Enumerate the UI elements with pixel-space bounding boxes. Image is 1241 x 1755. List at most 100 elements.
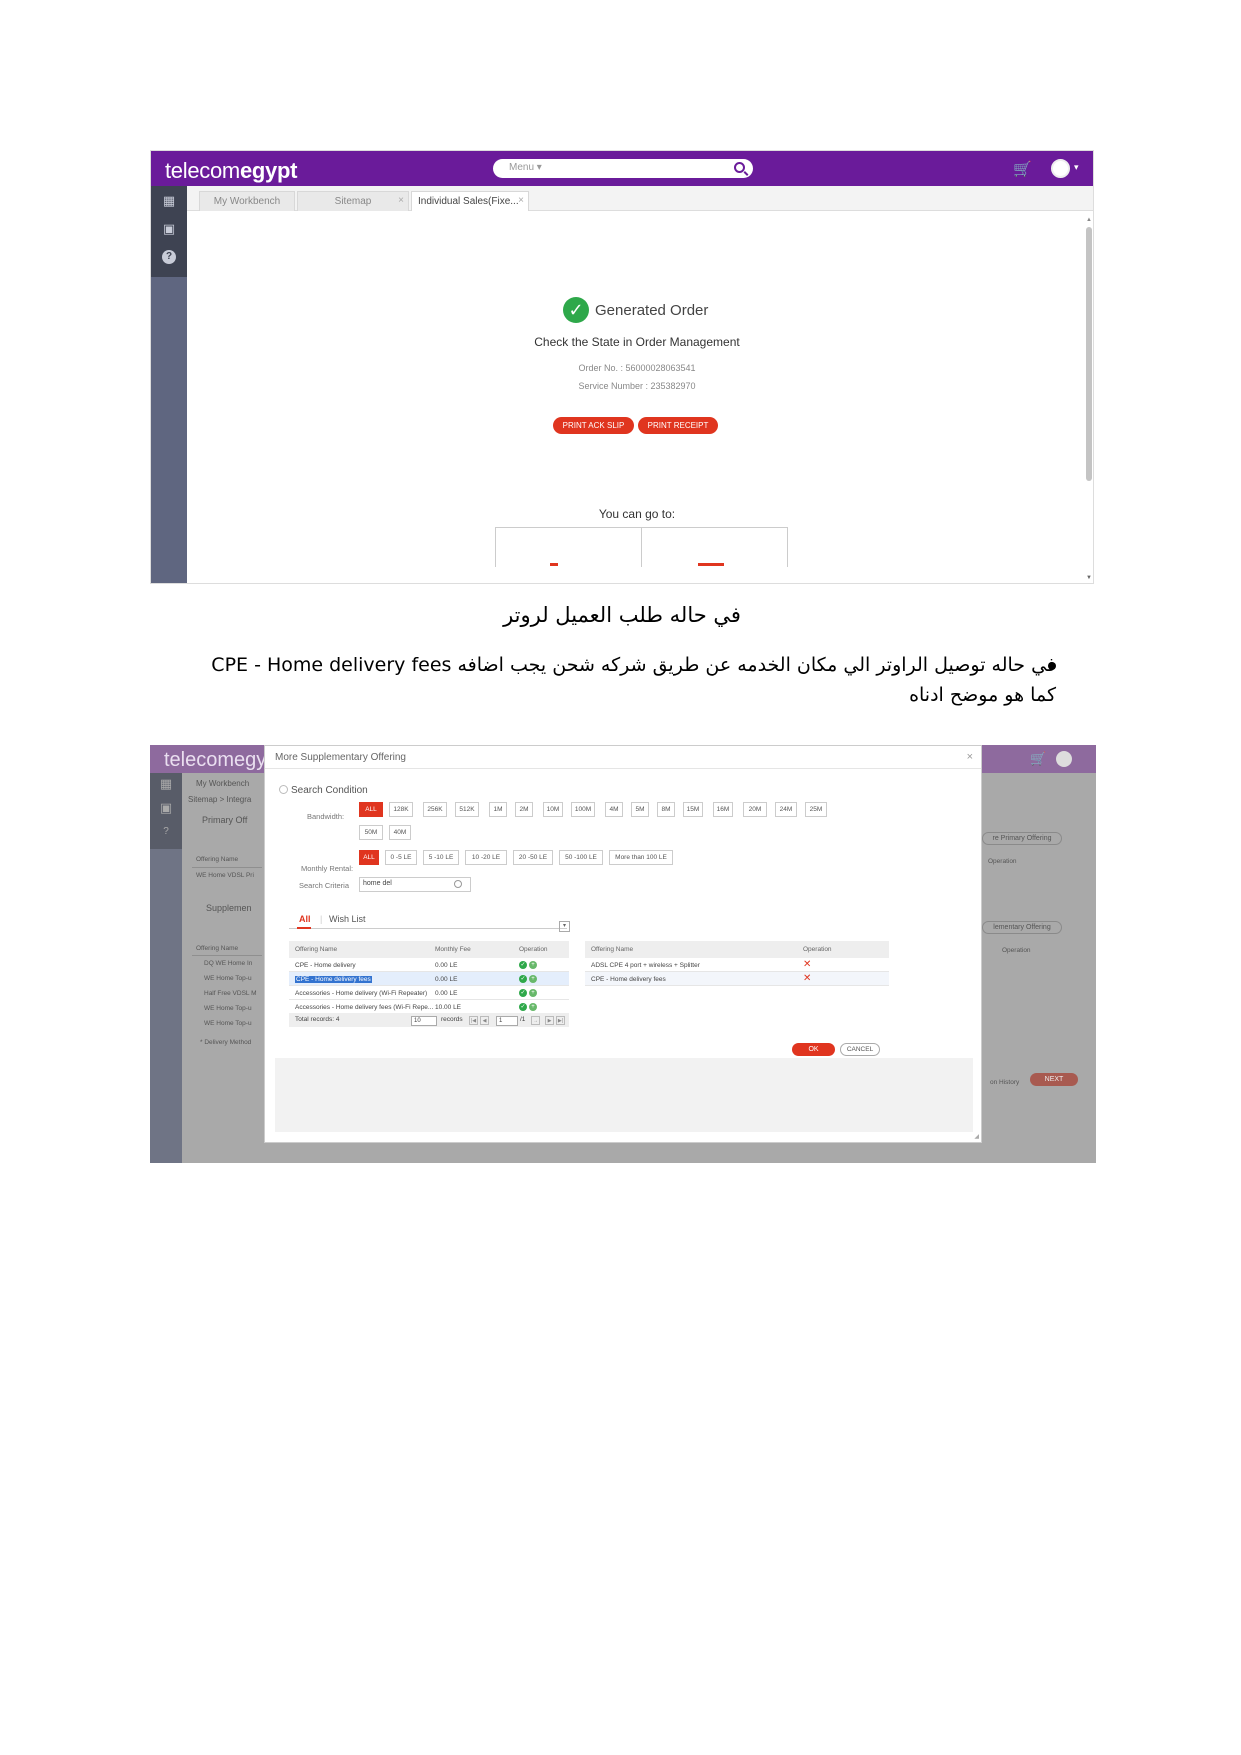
scroll-down-icon[interactable]: ▼ xyxy=(1086,575,1092,581)
search-criteria-input[interactable]: home del xyxy=(359,877,471,892)
check-icon[interactable]: ✓ xyxy=(519,989,527,997)
next-button[interactable]: NEXT xyxy=(1030,1073,1078,1086)
bandwidth-chip[interactable]: 100M xyxy=(571,802,595,817)
rental-chip[interactable]: More than 100 LE xyxy=(609,850,673,865)
delete-icon[interactable]: ✕ xyxy=(803,960,811,970)
table-row[interactable]: CPE - Home delivery fees ✕ xyxy=(585,972,889,986)
check-icon: ✓ xyxy=(563,297,589,323)
bandwidth-chip[interactable]: 256K xyxy=(423,802,447,817)
rental-chip[interactable]: 20 -50 LE xyxy=(513,850,553,865)
search-icon[interactable] xyxy=(734,162,745,173)
bandwidth-chip[interactable]: 128K xyxy=(389,802,413,817)
tab-individual-sales[interactable]: Individual Sales(Fixe... × xyxy=(411,191,529,211)
tab-sitemap[interactable]: Sitemap × xyxy=(297,191,409,211)
tab-my-workbench[interactable]: My Workbench xyxy=(199,191,295,211)
go-to-option-1[interactable] xyxy=(495,527,642,567)
table-row[interactable]: ADSL CPE 4 port + wireless + Splitter ✕ xyxy=(585,958,889,972)
tab-bar: My Workbench Sitemap × Individual Sales(F… xyxy=(187,186,1093,211)
rental-chip[interactable]: 5 -10 LE xyxy=(423,850,459,865)
print-receipt-button[interactable]: PRINT RECEIPT xyxy=(638,417,718,434)
tab-wish-list[interactable]: Wish List xyxy=(329,914,366,924)
collapse-icon[interactable] xyxy=(279,785,288,794)
dashboard-icon[interactable]: ▦ xyxy=(159,777,173,791)
search-icon[interactable] xyxy=(454,880,462,888)
menu-dropdown-label[interactable]: Menu ▾ xyxy=(509,162,542,173)
close-icon[interactable]: × xyxy=(518,195,524,206)
table-row[interactable]: Accessories - Home delivery fees (Wi-Fi … xyxy=(289,1000,569,1014)
add-icon[interactable]: + xyxy=(529,1003,537,1011)
bandwidth-chip[interactable]: 16M xyxy=(713,802,733,817)
delete-icon[interactable]: ✕ xyxy=(803,974,811,984)
table-row[interactable]: CPE - Home delivery fees 0.00 LE ✓ + xyxy=(289,972,569,986)
cancel-button[interactable]: CANCEL xyxy=(840,1043,880,1056)
bandwidth-chip[interactable]: 512K xyxy=(455,802,479,817)
table-row[interactable]: CPE - Home delivery 0.00 LE ✓ + xyxy=(289,958,569,972)
rental-chip[interactable]: ALL xyxy=(359,850,379,865)
rental-chip[interactable]: 50 -100 LE xyxy=(559,850,603,865)
bandwidth-chip[interactable]: 5M xyxy=(631,802,649,817)
more-supplementary-offering-button[interactable]: lementary Offering xyxy=(982,921,1062,934)
bandwidth-chip[interactable]: 2M xyxy=(515,802,533,817)
help-icon[interactable]: ? xyxy=(162,250,176,264)
help-icon[interactable]: ? xyxy=(159,825,173,839)
bandwidth-chip[interactable]: 10M xyxy=(543,802,563,817)
offering-list-tabs: All | Wish List xyxy=(289,911,567,929)
more-primary-offering-button[interactable]: re Primary Offering xyxy=(982,832,1062,845)
inbox-icon[interactable]: ▣ xyxy=(159,801,173,815)
rental-chip[interactable]: 10 -20 LE xyxy=(465,850,507,865)
scroll-up-icon[interactable]: ▲ xyxy=(1086,217,1092,223)
bandwidth-chip[interactable]: ALL xyxy=(359,802,383,817)
bandwidth-chip[interactable]: 40M xyxy=(389,825,411,840)
dashboard-icon[interactable]: ▦ xyxy=(162,194,176,208)
bandwidth-chip[interactable]: 25M xyxy=(805,802,827,817)
resize-handle-icon[interactable]: ◢ xyxy=(974,1133,979,1140)
total-records: Total records: 4 xyxy=(295,1016,340,1023)
print-ack-slip-button[interactable]: PRINT ACK SLIP xyxy=(553,417,634,434)
chevron-down-icon[interactable]: ▾ xyxy=(559,921,570,932)
tab-all[interactable]: All xyxy=(299,914,311,924)
add-icon[interactable]: + xyxy=(529,961,537,969)
first-page-icon[interactable]: |◀ xyxy=(469,1016,478,1025)
avatar[interactable] xyxy=(1051,159,1070,178)
cart-icon[interactable]: 🛒 xyxy=(1030,751,1046,767)
go-page-icon[interactable]: → xyxy=(531,1016,540,1025)
close-icon[interactable]: × xyxy=(398,195,404,206)
left-rail: ▦ ▣ ? xyxy=(151,186,187,583)
go-to-option-2[interactable] xyxy=(641,527,788,567)
search-condition-title: Search Condition xyxy=(291,785,368,796)
add-icon[interactable]: + xyxy=(529,989,537,997)
generated-order-title: Generated Order xyxy=(595,302,709,319)
bandwidth-chip[interactable]: 1M xyxy=(489,802,507,817)
bandwidth-chip[interactable]: 20M xyxy=(743,802,767,817)
close-icon[interactable]: × xyxy=(967,751,973,763)
check-icon[interactable]: ✓ xyxy=(519,975,527,983)
brand-logo: telecomegy xyxy=(164,749,267,771)
last-page-icon[interactable]: ▶| xyxy=(556,1016,565,1025)
inbox-icon[interactable]: ▣ xyxy=(162,222,176,236)
bandwidth-chip[interactable]: 4M xyxy=(605,802,623,817)
more-supplementary-offering-dialog: More Supplementary Offering × Search Con… xyxy=(264,745,982,1143)
page-number-input[interactable]: 1 xyxy=(496,1016,518,1026)
bandwidth-chip[interactable]: 15M xyxy=(683,802,703,817)
cart-icon[interactable]: 🛒 xyxy=(1013,160,1032,178)
order-result-panel: ✓ Generated Order Check the State in Ord… xyxy=(187,211,1093,583)
avatar[interactable] xyxy=(1056,751,1072,767)
table-row[interactable]: Accessories - Home delivery (Wi-Fi Repea… xyxy=(289,986,569,1000)
add-icon[interactable]: + xyxy=(529,975,537,983)
menu-search-box[interactable]: Menu ▾ xyxy=(493,159,753,178)
dialog-title: More Supplementary Offering xyxy=(275,752,406,763)
check-icon[interactable]: ✓ xyxy=(519,961,527,969)
bandwidth-chip[interactable]: 50M xyxy=(359,825,383,840)
vertical-scrollbar[interactable]: ▲ ▼ xyxy=(1085,217,1093,581)
order-confirmation-screenshot: telecomegypt Menu ▾ 🛒 ▾ ▦ ▣ ? My Workben… xyxy=(150,150,1094,584)
search-criteria-label: Search Criteria xyxy=(299,881,350,890)
ok-button[interactable]: OK xyxy=(792,1043,835,1056)
chevron-down-icon[interactable]: ▾ xyxy=(1074,162,1079,173)
next-page-icon[interactable]: ▶ xyxy=(545,1016,554,1025)
bandwidth-chip[interactable]: 8M xyxy=(657,802,675,817)
page-size-select[interactable]: 10 xyxy=(411,1016,437,1026)
rental-chip[interactable]: 0 -5 LE xyxy=(385,850,417,865)
bandwidth-chip[interactable]: 24M xyxy=(775,802,797,817)
check-icon[interactable]: ✓ xyxy=(519,1003,527,1011)
prev-page-icon[interactable]: ◀ xyxy=(480,1016,489,1025)
